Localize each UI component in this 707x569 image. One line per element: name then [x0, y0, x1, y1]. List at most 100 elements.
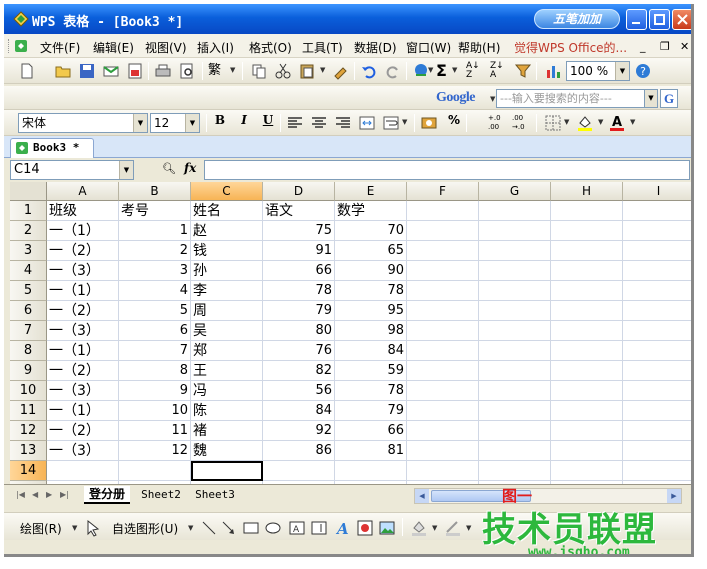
table-cell[interactable] — [479, 441, 551, 461]
menu-format[interactable]: 格式(O) — [249, 39, 292, 56]
chevron-down-icon[interactable]: ▼ — [644, 89, 658, 108]
table-cell[interactable] — [479, 301, 551, 321]
menu-edit[interactable]: 编辑(E) — [93, 39, 134, 56]
email-icon[interactable] — [102, 62, 120, 80]
table-cell[interactable]: 一（1） — [47, 221, 119, 241]
table-cell[interactable]: 陈 — [191, 401, 263, 421]
workbook-tab[interactable]: Book3 * — [10, 138, 94, 158]
row-header[interactable]: 12 — [10, 421, 47, 441]
table-cell[interactable] — [407, 241, 479, 261]
table-cell[interactable] — [551, 421, 623, 441]
table-cell[interactable]: 66 — [263, 261, 335, 281]
font-color-icon[interactable]: A — [608, 114, 626, 132]
table-cell[interactable] — [335, 461, 407, 481]
table-cell[interactable]: 考号 — [119, 201, 191, 221]
table-cell[interactable]: 7 — [119, 341, 191, 361]
table-cell[interactable] — [551, 341, 623, 361]
font-size-select[interactable]: 12 ▼ — [150, 113, 200, 133]
table-cell[interactable] — [623, 341, 691, 361]
table-cell[interactable]: 70 — [335, 221, 407, 241]
cut-icon[interactable] — [274, 62, 292, 80]
table-cell[interactable] — [479, 321, 551, 341]
table-cell[interactable]: 2 — [119, 241, 191, 261]
column-header[interactable]: A — [47, 182, 119, 201]
underline-button[interactable]: U — [258, 113, 278, 133]
filter-icon[interactable] — [514, 62, 532, 80]
paste-icon[interactable] — [298, 62, 316, 80]
table-cell[interactable]: 褚 — [191, 421, 263, 441]
table-cell[interactable] — [407, 381, 479, 401]
table-cell[interactable] — [47, 461, 119, 481]
mdi-close-icon[interactable]: ✕ — [680, 40, 689, 53]
row-header[interactable]: 2 — [10, 221, 47, 241]
table-cell[interactable]: 84 — [335, 341, 407, 361]
close-button[interactable] — [672, 9, 691, 30]
column-header[interactable]: F — [407, 182, 479, 201]
row-header[interactable]: 6 — [10, 301, 47, 321]
table-cell[interactable] — [623, 441, 691, 461]
menu-window[interactable]: 窗口(W) — [406, 39, 451, 56]
table-cell[interactable] — [407, 321, 479, 341]
chevron-down-icon[interactable]: ▼ — [615, 62, 629, 80]
table-cell[interactable]: 86 — [263, 441, 335, 461]
sheet-tab-1[interactable]: 登分册 — [84, 486, 130, 504]
table-cell[interactable]: 5 — [119, 301, 191, 321]
row-header[interactable]: 3 — [10, 241, 47, 261]
ellipse-icon[interactable] — [264, 519, 282, 537]
undo-icon[interactable] — [360, 62, 378, 80]
open-icon[interactable] — [54, 62, 72, 80]
picture-icon[interactable] — [378, 519, 396, 537]
table-cell[interactable]: 一（2） — [47, 421, 119, 441]
bold-button[interactable]: B — [210, 113, 230, 133]
table-cell[interactable]: 65 — [335, 241, 407, 261]
print-icon[interactable] — [154, 62, 172, 80]
currency-icon[interactable] — [420, 114, 438, 132]
fill-bucket-icon[interactable] — [410, 519, 428, 537]
column-header[interactable]: I — [623, 182, 691, 201]
name-box[interactable]: C14 ▼ — [10, 160, 134, 180]
sheet-tab-3[interactable]: Sheet3 — [190, 486, 240, 504]
row-header[interactable]: 1 — [10, 201, 47, 221]
column-header[interactable]: D — [263, 182, 335, 201]
table-cell[interactable]: 56 — [263, 381, 335, 401]
row-header[interactable]: 13 — [10, 441, 47, 461]
prev-sheet-icon[interactable]: ◀ — [32, 490, 38, 499]
table-cell[interactable] — [407, 201, 479, 221]
table-cell[interactable] — [551, 441, 623, 461]
table-cell[interactable]: 78 — [335, 281, 407, 301]
toolbar-grip[interactable] — [8, 39, 11, 53]
table-cell[interactable] — [623, 221, 691, 241]
table-cell[interactable] — [623, 361, 691, 381]
traditional-chinese-icon[interactable]: 繁 — [208, 62, 226, 80]
google-search-button[interactable]: G — [660, 89, 678, 108]
menu-data[interactable]: 数据(D) — [354, 39, 397, 56]
table-cell[interactable]: 59 — [335, 361, 407, 381]
column-header[interactable]: C — [191, 182, 263, 201]
table-cell[interactable]: 一（3） — [47, 441, 119, 461]
table-cell[interactable] — [551, 381, 623, 401]
table-cell[interactable]: 一（2） — [47, 301, 119, 321]
table-cell[interactable] — [623, 321, 691, 341]
arrow-icon[interactable] — [220, 519, 238, 537]
row-header[interactable]: 14 — [10, 461, 47, 481]
table-cell[interactable]: 78 — [263, 281, 335, 301]
table-cell[interactable] — [551, 301, 623, 321]
table-cell[interactable]: 孙 — [191, 261, 263, 281]
maximize-button[interactable] — [649, 9, 670, 30]
scroll-right-icon[interactable]: ▶ — [667, 489, 681, 503]
table-cell[interactable] — [479, 261, 551, 281]
table-cell[interactable] — [479, 461, 551, 481]
draw-menu-button[interactable]: 绘图(R) — [20, 520, 62, 537]
table-cell[interactable] — [479, 201, 551, 221]
table-cell[interactable]: 冯 — [191, 381, 263, 401]
table-cell[interactable]: 12 — [119, 441, 191, 461]
table-cell[interactable]: 钱 — [191, 241, 263, 261]
row-header[interactable]: 10 — [10, 381, 47, 401]
table-cell[interactable] — [623, 301, 691, 321]
table-cell[interactable] — [623, 281, 691, 301]
table-cell[interactable] — [551, 241, 623, 261]
table-cell[interactable]: 周 — [191, 301, 263, 321]
row-header[interactable]: 7 — [10, 321, 47, 341]
table-cell[interactable] — [479, 221, 551, 241]
table-cell[interactable]: 79 — [335, 401, 407, 421]
